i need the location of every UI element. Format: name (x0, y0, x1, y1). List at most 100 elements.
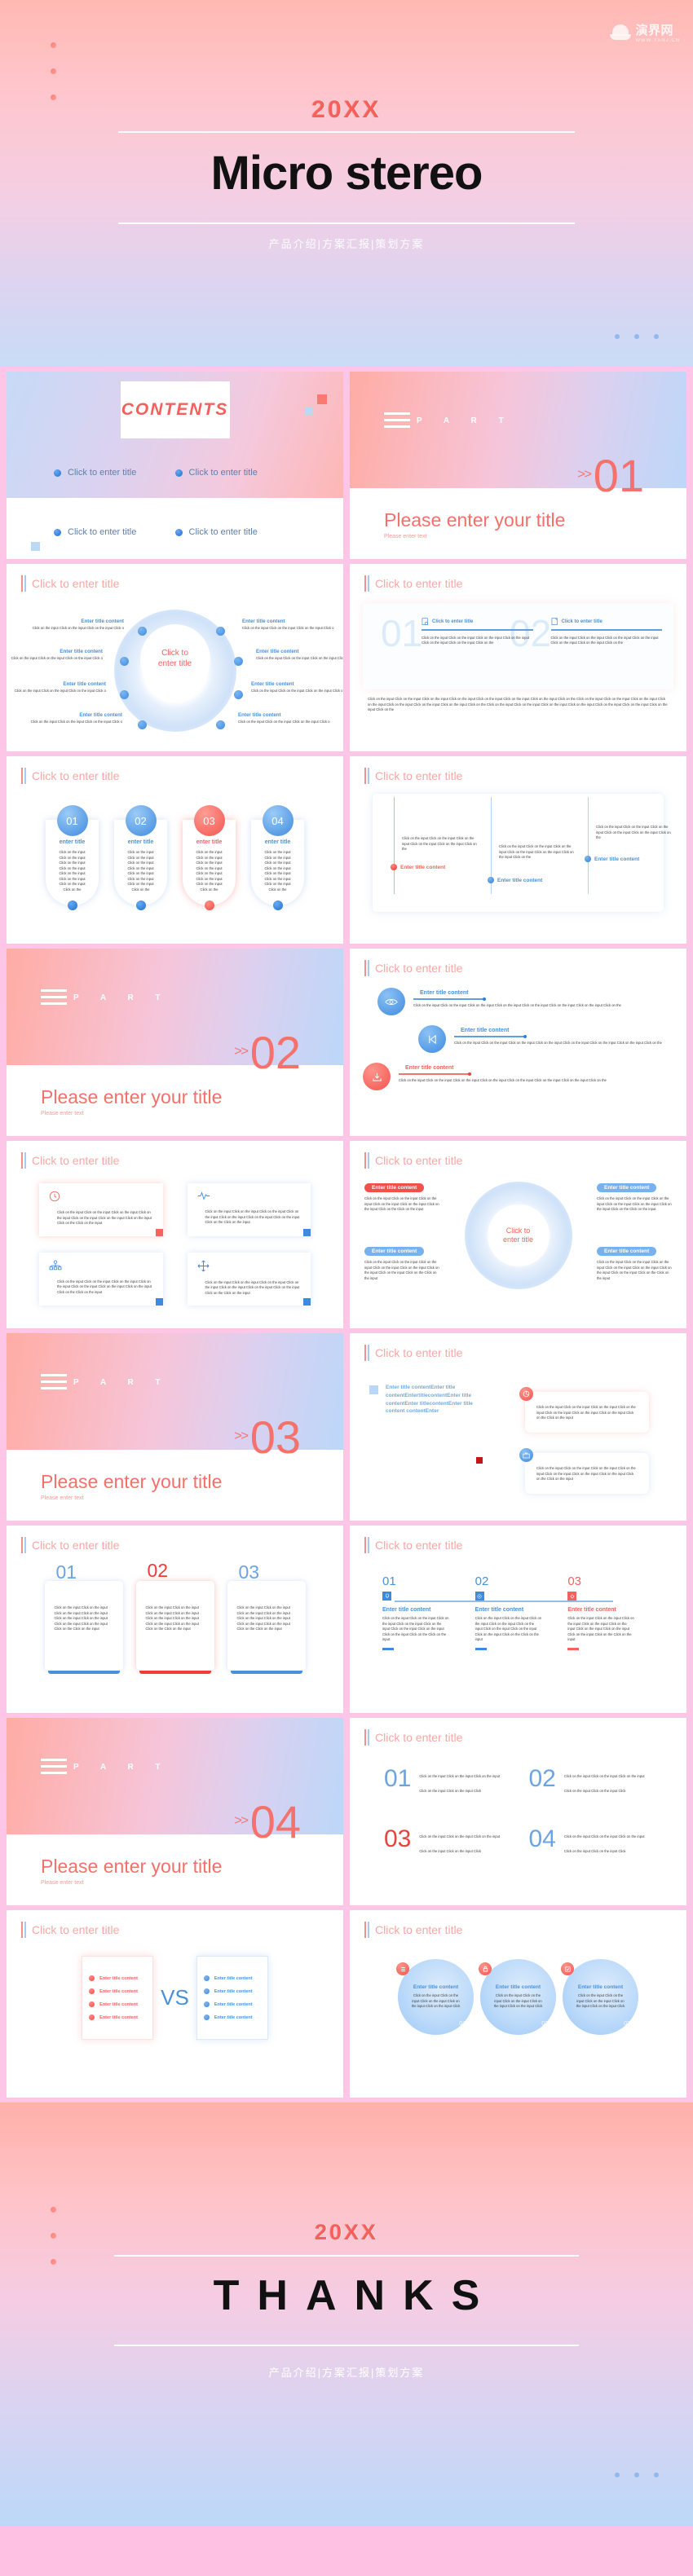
bignum-01[interactable]: 01 Click on the input Click on the input… (384, 1767, 508, 1796)
timeline-step-2[interactable]: 02 Enter title content Click on the inpu… (475, 1574, 562, 1650)
title-bars-icon (364, 575, 369, 592)
ring-block-2: Enter title content Click on the input C… (364, 1242, 439, 1281)
bignum-03[interactable]: 03 Click on the input Click on the input… (384, 1827, 508, 1856)
title-bars-icon (364, 1345, 369, 1361)
vs-item[interactable]: Enter title content (203, 2001, 261, 2007)
box-1[interactable]: Click on the input Click on the input Cl… (39, 1183, 163, 1236)
contents-item-4[interactable]: Click to enter title (174, 527, 297, 537)
center-line-2: enter title (157, 658, 192, 668)
vs-comparison-slide: Click to enter title Enter title content… (7, 1910, 343, 2098)
bullet-dot-icon (54, 469, 61, 477)
mindmap-lead: Enter title contentEnter title contentEn… (386, 1385, 473, 1415)
vs-item[interactable]: Enter title content (89, 2015, 146, 2020)
slide-title-row: Click to enter title (350, 1333, 686, 1361)
contents-item-1[interactable]: Click to enter title (54, 468, 175, 478)
box-4[interactable]: Click on the input Click on the input Cl… (187, 1252, 311, 1306)
card-body: Click on the input Click on the input Cl… (536, 1405, 636, 1420)
box-3[interactable]: Click on the input Click on the input Cl… (39, 1252, 163, 1306)
vs-item[interactable]: Enter title content (203, 2015, 261, 2020)
contents-item-3[interactable]: Click to enter title (54, 527, 175, 537)
title-bars-icon (21, 1152, 26, 1169)
card-dot-icon (67, 900, 77, 910)
vs-item[interactable]: Enter title content (89, 1988, 146, 1994)
blob-01[interactable]: Enter title content Click on the input C… (396, 1959, 474, 2035)
timeline-step-1[interactable]: 01 Enter title content Click on the inpu… (382, 1574, 469, 1650)
ring-center-label: Click to enter title (487, 1204, 550, 1266)
vs-item[interactable]: Enter title content (203, 1988, 261, 1994)
bullet-dot-icon (89, 2015, 95, 2020)
vs-item[interactable]: Enter title content (203, 1975, 261, 1981)
step-dot-icon (391, 864, 397, 870)
card-01[interactable]: 01 enter title Click on the input Click o… (46, 805, 99, 910)
cover-slide: 演界网 WWW.YANJ.CN 20XX Micro stereo 产品介绍|方… (0, 0, 693, 367)
step-underline (567, 1647, 580, 1650)
four-cards-slide: Click to enter title 01 enter title Clic… (7, 756, 343, 944)
doc-heading: Click to enter title (561, 619, 603, 624)
mindmap-card-1[interactable]: Click on the input Click on the input Cl… (525, 1392, 649, 1433)
contents-item-label: Click to enter title (188, 468, 258, 478)
cover-title: Micro stereo (210, 147, 483, 200)
slide-title-row: Click to enter title (350, 1910, 686, 1938)
title-bars-icon (364, 768, 369, 784)
bignum-04[interactable]: 04 Click on the input Click on the input… (529, 1827, 653, 1856)
part-number: 03 (249, 1411, 301, 1463)
box-2[interactable]: Click on the input Click on the input Cl… (187, 1183, 311, 1236)
numcard-01[interactable]: 01 Click on the input Click on the input… (44, 1561, 123, 1674)
vs-item-label: Enter title content (214, 2015, 253, 2020)
timeline-three-slide: Click to enter title 01 Enter title cont… (350, 1526, 686, 1713)
cover-bottom-dots (615, 334, 659, 339)
card-heading: enter title (59, 839, 86, 845)
part-number: 01 (593, 450, 644, 501)
step-body: Click on the input Click on the input Cl… (499, 844, 574, 859)
part-number: 02 (249, 1027, 301, 1078)
card-body: Click on the input Click on the input Cl… (145, 1605, 199, 1631)
vs-item[interactable]: Enter title content (89, 2001, 146, 2007)
block-label: Enter title content (364, 1183, 425, 1192)
pie-chart-icon (519, 1387, 533, 1401)
label-body: Click on the input Click on the input Cl… (30, 720, 122, 724)
vs-item-label: Enter title content (99, 2015, 138, 2020)
chevrons-icon: >> (577, 466, 592, 482)
slide-title: Click to enter title (32, 1154, 120, 1167)
contents-heading: CONTENTS (121, 400, 229, 419)
numcard-03[interactable]: 03 Click on the input Click on the input… (227, 1561, 306, 1674)
blob-02[interactable]: Enter title content Click on the input C… (479, 1959, 556, 2035)
card-dot-icon (272, 900, 283, 910)
ring-block-1: Enter title content Click on the input C… (364, 1178, 439, 1213)
thanks-subtitle: 产品介绍|方案汇报|策划方案 (268, 2367, 425, 2379)
slide-title-row: Click to enter title (350, 1526, 686, 1553)
menu-burger-icon (384, 412, 410, 432)
big-numbers-grid: 01 Click on the input Click on the input… (350, 1746, 686, 1856)
contents-item-2[interactable]: Click to enter title (174, 468, 297, 478)
timeline-step-3[interactable]: 03 Enter title content Click on the inpu… (567, 1574, 654, 1650)
slide-title-row: Click to enter title (7, 756, 343, 784)
vs-item[interactable]: Enter title content (89, 1975, 146, 1981)
vs-left-card: Enter title content Enter title content … (82, 1956, 154, 2040)
cover-subtitle: 产品介绍|方案汇报|策划方案 (268, 238, 425, 250)
center-line-1: Click to (161, 649, 188, 658)
step-dot-icon (585, 856, 591, 862)
card-03[interactable]: 03 enter title Click on the input Click o… (183, 805, 236, 910)
card-number: 01 (56, 805, 88, 836)
card-04[interactable]: 04 enter title Click on the input Click o… (251, 805, 304, 910)
ring-block-3: Enter title content Click on the input C… (597, 1178, 672, 1213)
previous-track-icon (418, 1025, 446, 1053)
circle-label-4: Enter title content Click on the input C… (23, 712, 122, 725)
card-02[interactable]: 02 enter title Click on the input Click o… (114, 805, 167, 910)
menu-burger-icon (41, 1759, 67, 1778)
blob-03[interactable]: Enter title content Click on the input C… (561, 1959, 638, 2035)
numcard-02[interactable]: 02 Click on the input Click on the input… (135, 1560, 214, 1674)
brand-url: WWW.YANJ.CN (635, 38, 680, 43)
row-heading: Enter title content (420, 990, 469, 996)
checklist-icon (561, 1962, 574, 1975)
bignum-02[interactable]: 02 Click on the input Click on the input… (529, 1767, 653, 1796)
decor-square-blue-2 (31, 542, 40, 551)
mindmap-card-2[interactable]: Click on the input Click on the input Cl… (525, 1453, 649, 1494)
thanks-year: 20XX (314, 2220, 379, 2244)
boxes-grid: Click on the input Click on the input Cl… (7, 1169, 343, 1306)
step-heading: Enter title content (382, 1607, 431, 1613)
title-bars-icon (364, 1922, 369, 1938)
corner-mark-icon (303, 1228, 311, 1236)
doc-body: Click on the input Click on the input Cl… (422, 635, 529, 645)
block-label: Enter title content (364, 1247, 425, 1256)
